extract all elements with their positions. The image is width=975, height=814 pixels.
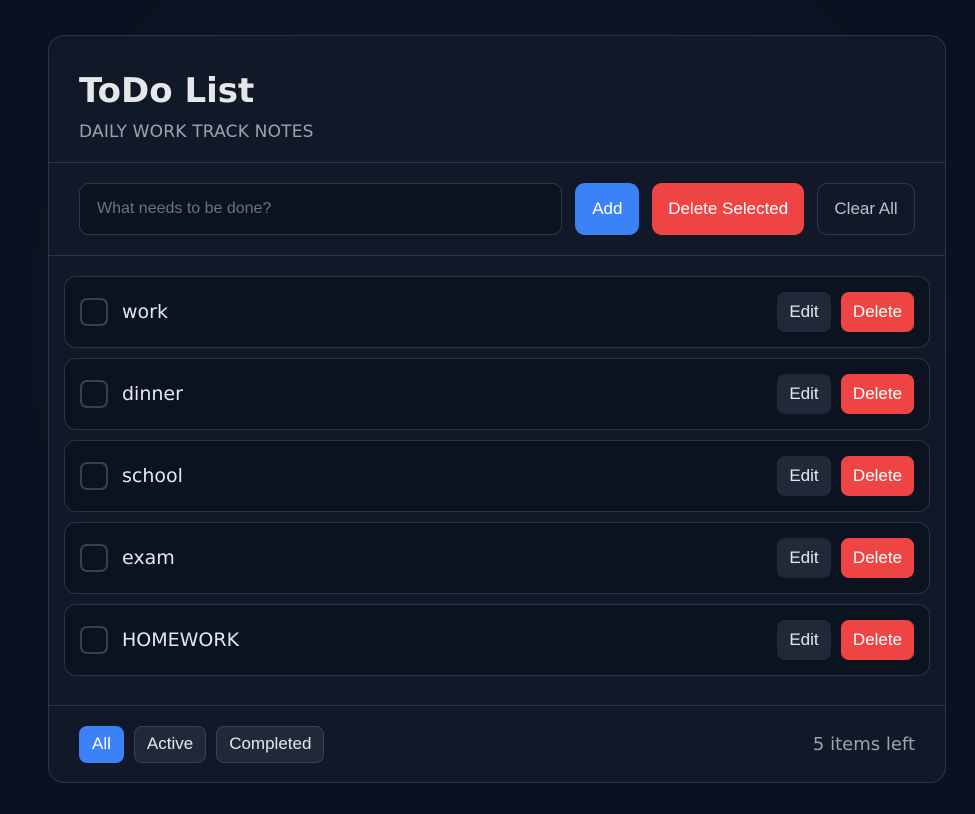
filter-completed[interactable]: Completed (216, 725, 325, 763)
todo-checkbox[interactable] (80, 544, 108, 572)
todo-checkbox[interactable] (80, 380, 108, 408)
edit-button[interactable]: Edit (777, 620, 831, 660)
edit-button[interactable]: Edit (777, 292, 831, 332)
edit-button[interactable]: Edit (777, 374, 831, 414)
delete-button[interactable]: Delete (841, 538, 914, 578)
todo-card: ToDo List DAILY WORK TRACK NOTES Add Del… (48, 35, 946, 783)
todo-item: school Edit Delete (64, 440, 930, 512)
todo-item: work Edit Delete (64, 276, 930, 348)
new-task-input[interactable] (79, 183, 563, 235)
todo-text: HOMEWORK (122, 629, 240, 651)
todo-item: dinner Edit Delete (64, 358, 930, 430)
page-subtitle: DAILY WORK TRACK NOTES (79, 122, 314, 142)
todo-checkbox[interactable] (80, 626, 108, 654)
items-left-count: 5 items left (812, 733, 915, 755)
add-button[interactable]: Add (575, 183, 640, 235)
header: ToDo List DAILY WORK TRACK NOTES (49, 36, 945, 163)
footer: All Active Completed 5 items left (49, 706, 945, 782)
delete-button[interactable]: Delete (841, 620, 914, 660)
todo-list: work Edit Delete dinner Edit Delete scho… (49, 256, 945, 706)
todo-item: HOMEWORK Edit Delete (64, 604, 930, 676)
clear-all-button[interactable]: Clear All (817, 183, 915, 235)
todo-checkbox[interactable] (80, 462, 108, 490)
todo-text: exam (122, 547, 175, 569)
delete-button[interactable]: Delete (841, 374, 914, 414)
todo-text: work (122, 301, 168, 323)
filter-active[interactable]: Active (133, 725, 207, 763)
todo-checkbox[interactable] (80, 298, 108, 326)
delete-selected-button[interactable]: Delete Selected (652, 183, 805, 235)
delete-button[interactable]: Delete (841, 292, 914, 332)
edit-button[interactable]: Edit (777, 538, 831, 578)
todo-text: school (122, 465, 183, 487)
input-row: Add Delete Selected Clear All (49, 163, 945, 256)
edit-button[interactable]: Edit (777, 456, 831, 496)
delete-button[interactable]: Delete (841, 456, 914, 496)
filter-all[interactable]: All (79, 725, 124, 763)
todo-text: dinner (122, 383, 183, 405)
page-title: ToDo List (79, 71, 255, 111)
todo-item: exam Edit Delete (64, 522, 930, 594)
